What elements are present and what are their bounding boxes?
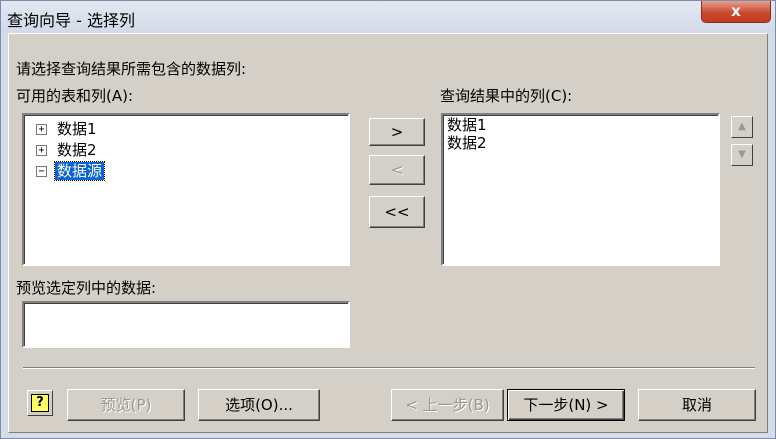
- back-button[interactable]: < 上一步(B): [391, 389, 504, 421]
- tree-item-label: 数据2: [57, 141, 97, 159]
- query-wizard-window: 查询向导 - 选择列 x 请选择查询结果所需包含的数据列: 可用的表和列(A):…: [0, 0, 776, 439]
- tree-item-data2[interactable]: + 数据2: [36, 140, 99, 160]
- tree-item-datasource[interactable]: − 数据源: [36, 161, 106, 181]
- remove-all-columns-button[interactable]: <<: [369, 196, 425, 228]
- close-button[interactable]: x: [701, 1, 771, 23]
- preview-label: 预览选定列中的数据:: [16, 279, 157, 297]
- result-columns-list[interactable]: 数据1 数据2: [441, 113, 720, 266]
- preview-button[interactable]: 预览(P): [67, 389, 185, 421]
- result-columns-label: 查询结果中的列(C):: [440, 87, 573, 105]
- available-columns-tree[interactable]: + 数据1 + 数据2 − 数据源: [22, 113, 350, 266]
- arrow-up-icon: ▲: [738, 121, 746, 132]
- tree-item-label: 数据1: [57, 120, 97, 138]
- preview-data-box: [22, 301, 350, 348]
- help-question-icon: ?: [31, 394, 49, 412]
- wizard-client-area: 请选择查询结果所需包含的数据列: 可用的表和列(A): + 数据1 + 数据2 …: [8, 33, 768, 433]
- footer-separator: [23, 367, 755, 369]
- move-down-button[interactable]: ▼: [731, 144, 753, 166]
- arrow-down-icon: ▼: [738, 149, 746, 160]
- instruction-text: 请选择查询结果所需包含的数据列:: [16, 60, 247, 78]
- expand-plus-icon[interactable]: +: [36, 144, 47, 156]
- expand-plus-icon[interactable]: +: [36, 123, 47, 135]
- help-button[interactable]: ?: [27, 390, 53, 416]
- options-button[interactable]: 选项(O)...: [198, 389, 320, 421]
- add-column-button[interactable]: >: [369, 118, 425, 146]
- available-columns-label: 可用的表和列(A):: [16, 87, 134, 105]
- collapse-minus-icon[interactable]: −: [36, 165, 47, 177]
- tree-item-label-selected: 数据源: [53, 161, 106, 181]
- remove-column-button[interactable]: <: [369, 155, 425, 185]
- tree-item-data1[interactable]: + 数据1: [36, 119, 99, 139]
- title-bar[interactable]: 查询向导 - 选择列 x: [1, 1, 775, 33]
- next-button[interactable]: 下一步(N) >: [507, 389, 625, 421]
- list-item[interactable]: 数据2: [447, 135, 487, 151]
- move-up-button[interactable]: ▲: [731, 116, 753, 138]
- window-title: 查询向导 - 选择列: [7, 11, 135, 30]
- cancel-button[interactable]: 取消: [638, 389, 756, 421]
- list-item[interactable]: 数据1: [447, 117, 487, 133]
